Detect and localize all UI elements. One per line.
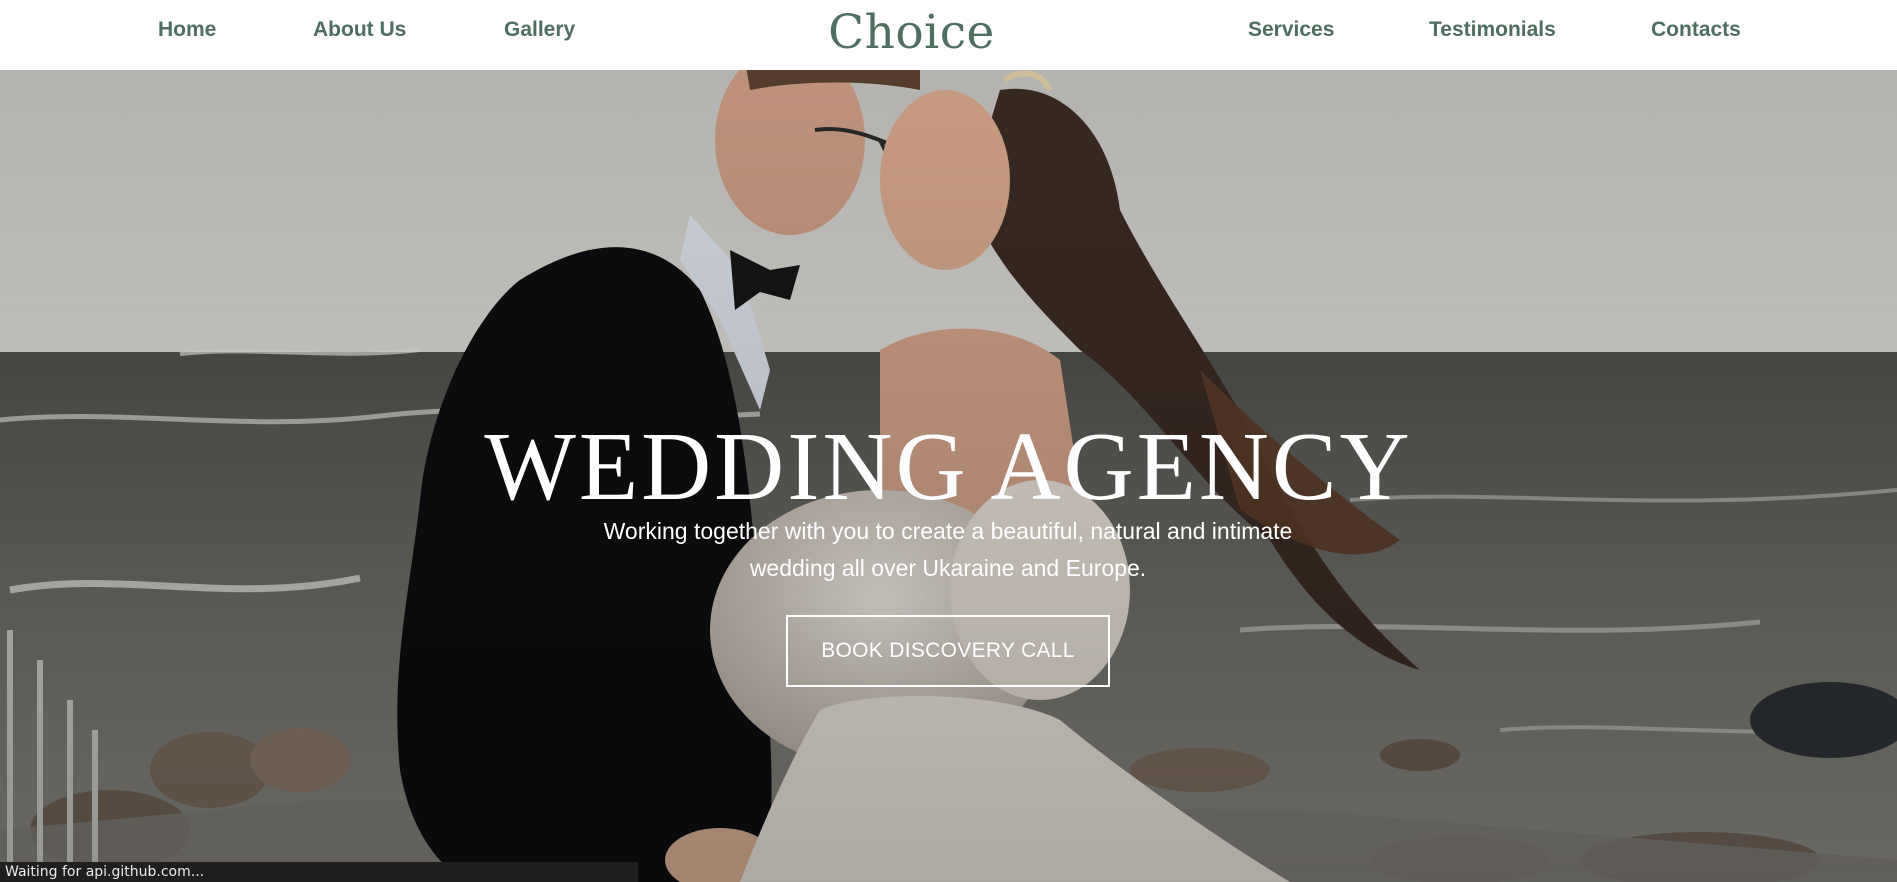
site-header: Home About Us Gallery Choice Services Te… — [0, 0, 1897, 70]
page: Home About Us Gallery Choice Services Te… — [0, 0, 1897, 882]
nav-services-link[interactable]: Services — [1248, 18, 1334, 42]
book-discovery-call-button[interactable]: BOOK DISCOVERY CALL — [786, 615, 1110, 687]
nav-testimonials-link[interactable]: Testimonials — [1429, 18, 1556, 42]
nav-contacts-link[interactable]: Contacts — [1651, 18, 1741, 42]
hero-title: WEDDING AGENCY — [484, 412, 1413, 520]
browser-status-bar: Waiting for api.github.com... — [0, 862, 638, 882]
hero-subtitle: Working together with you to create a be… — [603, 518, 1293, 581]
hero-section: WEDDING AGENCY Working together with you… — [0, 70, 1897, 882]
